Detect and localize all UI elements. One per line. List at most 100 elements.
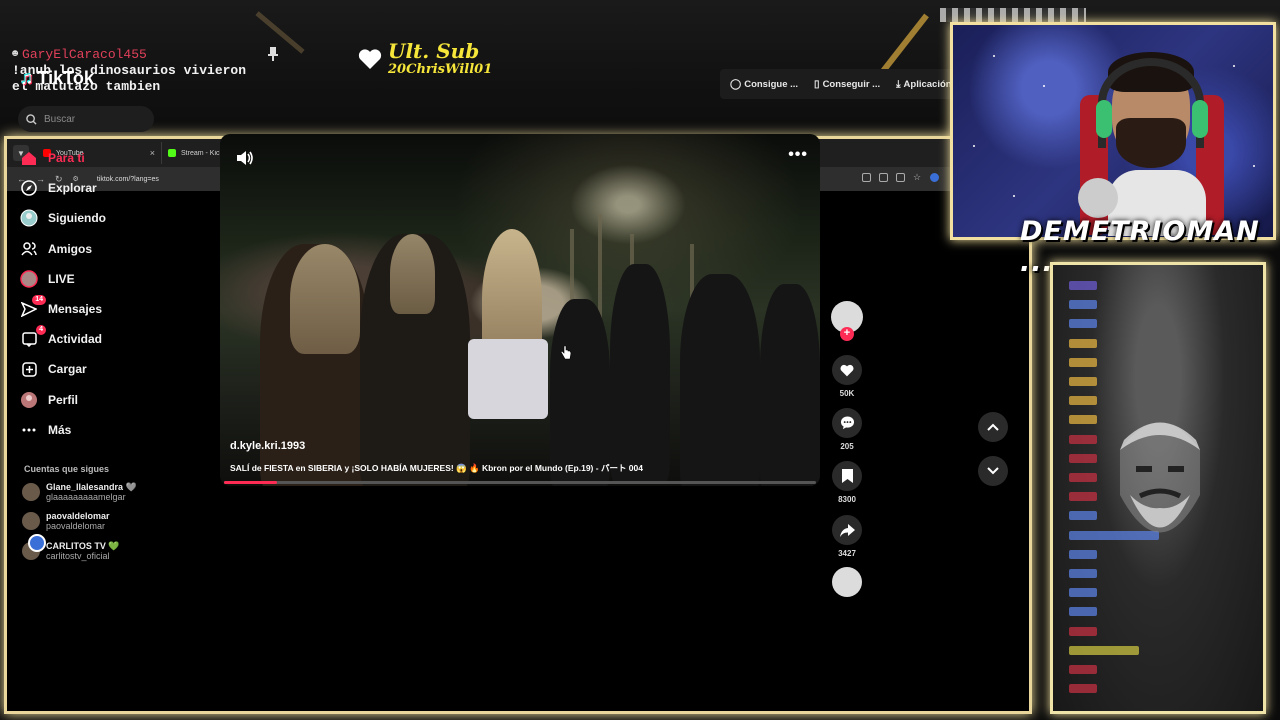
search-icon [26,113,37,125]
comment-icon [840,416,854,430]
get-app-button[interactable]: ▯ Conseguir ... [814,79,880,90]
chat-username: GaryElCaracol455 [22,47,147,62]
video-person [390,234,435,314]
sidebar-item-para-ti[interactable]: Para ti [20,143,106,173]
coin-icon: ◯ [730,78,742,90]
sidebar-item-m-s[interactable]: Más [20,415,106,445]
get-coins-button[interactable]: ◯ Consigue ... [730,79,798,90]
search-placeholder: Buscar [44,113,76,125]
account-name: Glane_llalesandra 🩶 [46,482,137,492]
volume-icon[interactable] [236,150,254,166]
tiktok-logo[interactable]: ♫ TikTok [20,68,94,89]
chat-message-line [1069,281,1097,290]
video-player[interactable]: ••• d.kyle.kri.1993 SALÍ de FIESTA en SI… [220,134,820,486]
hand-cursor-icon [560,346,572,360]
sidebar-item-label: Perfil [48,392,79,407]
upload-icon [20,360,38,378]
creator-avatar[interactable]: + [830,301,864,341]
video-person [680,274,760,486]
tab-favicon-icon [168,149,176,157]
search-input[interactable]: Buscar [18,106,154,132]
chat-message-line [1069,665,1097,674]
sidebar-item-cargar[interactable]: Cargar [20,354,106,384]
chevron-up-icon [987,423,999,431]
chat-message-line [1069,338,1097,348]
last-sub-name: 20ChrisWill01 [388,62,493,77]
comment-action[interactable]: 205 [830,408,864,451]
microphone [1078,178,1118,218]
sidebar-item-perfil[interactable]: Perfil [20,385,106,415]
video-person [468,339,548,419]
sidebar-item-siguiendo[interactable]: Siguiendo [20,203,106,233]
share-action[interactable]: 3427 [830,515,864,558]
account-handle: glaaaaaaaaamelgar [46,492,126,502]
following-account[interactable]: Glane_llalesandra 🩶 glaaaaaaaaamelgar [22,482,137,502]
share-button[interactable] [832,515,862,545]
url-input[interactable]: tiktok.com/?lang=es [97,176,159,183]
friends-icon [20,240,38,258]
more-options-icon[interactable]: ••• [788,146,808,164]
save-button[interactable] [832,461,862,491]
avatar[interactable]: + [831,301,863,341]
follow-plus-icon[interactable]: + [840,327,854,341]
following-avatar-icon [20,209,38,227]
like-button[interactable] [832,355,862,385]
sidebar-item-mensajes[interactable]: 14 Mensajes [20,294,106,324]
download-app-button[interactable]: ⤓ Aplicación [896,79,951,90]
music-disc-icon[interactable] [832,567,862,597]
previous-video-button[interactable] [978,412,1008,442]
lens-icon[interactable] [879,173,888,182]
avatar [22,512,40,530]
chat-message-line [1069,473,1097,482]
chat-message-line [1069,377,1097,386]
video-person [760,284,820,486]
account-handle: carlitostv_oficial [46,551,110,561]
bookmark-star-icon[interactable]: ☆ [913,173,922,182]
tiktok-note-icon: ♫ [20,68,34,88]
sidebar-item-label: Más [48,422,72,437]
profile-icon [20,391,38,409]
star-decoration [1013,195,1015,197]
avatar [22,483,40,501]
following-title: Cuentas que sigues [24,464,110,474]
sidebar-item-amigos[interactable]: Amigos [20,234,106,264]
close-tab-icon[interactable]: × [150,148,155,158]
save-count: 8300 [838,495,856,504]
sidebar-item-label: Para ti [48,151,85,166]
chat-message-line [1069,549,1097,559]
like-action[interactable]: 50K [830,355,864,398]
live-icon [20,270,38,288]
video-progress-fill [224,481,278,484]
star-decoration [1043,85,1045,87]
activity-icon: 4 [20,325,46,348]
sidebar-item-explorar[interactable]: Explorar [20,173,106,203]
sidebar-item-label: Actividad [48,332,103,347]
video-person [610,264,670,484]
sidebar-nav: Para ti Explorar Siguiendo Amigos LIVE 14 Mens… [20,143,106,445]
sidebar-item-label: Amigos [48,241,93,256]
user-icon: ☻ [12,49,19,60]
sidebar-item-live[interactable]: LIVE [20,264,106,294]
sidebar-item-actividad[interactable]: 4 Actividad [20,324,106,354]
sidebar-item-label: Explorar [48,181,97,196]
profile-avatar-icon[interactable] [930,173,939,182]
chat-message-line [1069,492,1097,502]
music-disc[interactable] [830,567,864,597]
chat-message-line [1069,357,1097,367]
compass-icon [20,179,38,197]
chat-message-line [1069,453,1097,463]
translate-icon[interactable] [862,173,871,182]
comment-button[interactable] [832,408,862,438]
save-action[interactable]: 8300 [830,461,864,504]
video-progress-bar[interactable] [224,481,816,484]
notification-badge: 14 [32,295,46,306]
share-count: 3427 [838,549,856,558]
install-icon[interactable] [896,173,905,182]
last-sub-title: Ult. Sub [388,39,480,63]
video-person [550,299,610,486]
next-video-button[interactable] [978,456,1008,486]
headphone-earcup [1096,100,1112,138]
video-author[interactable]: d.kyle.kri.1993 [230,440,305,452]
chat-message-line [1069,607,1097,617]
following-account[interactable]: paovaldelomar paovaldelomar [22,511,110,531]
